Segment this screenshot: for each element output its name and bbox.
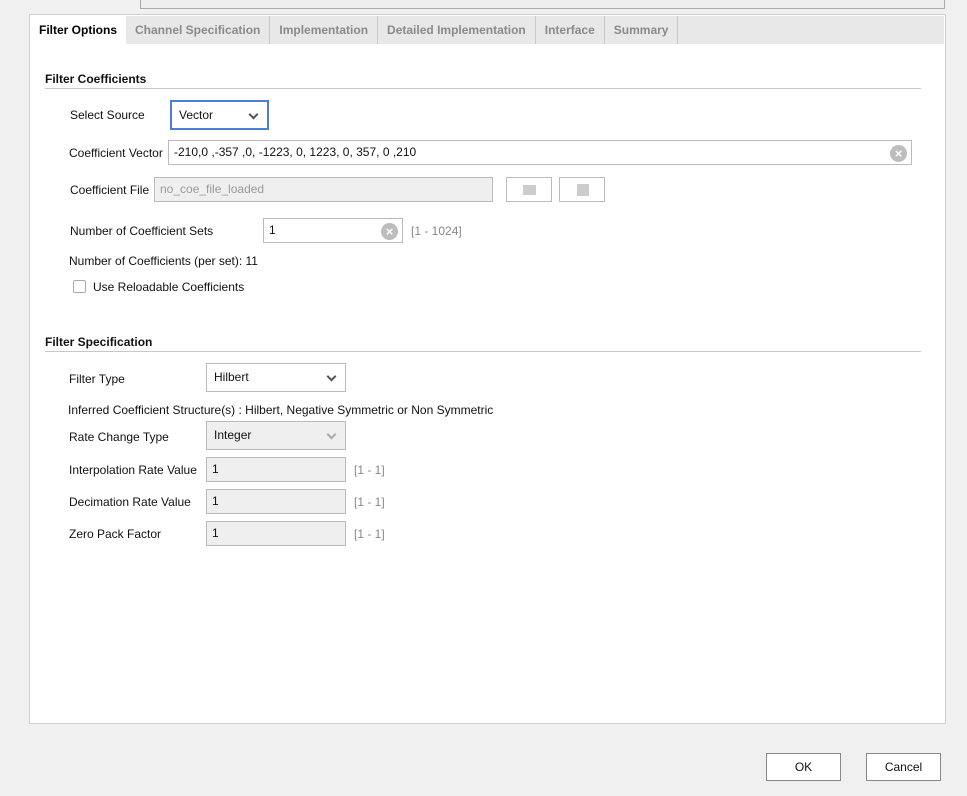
tab-detailed-implementation[interactable]: Detailed Implementation — [378, 16, 536, 44]
tab-bar: Filter Options Channel Specification Imp… — [30, 16, 944, 44]
interpolation-range: [1 - 1] — [354, 463, 385, 477]
inferred-structure-text: Inferred Coefficient Structure(s) : Hilb… — [68, 403, 494, 417]
reloadable-label: Use Reloadable Coefficients — [93, 280, 245, 294]
clear-icon[interactable]: × — [890, 145, 907, 162]
edit-file-button[interactable] — [559, 177, 605, 202]
top-field — [140, 0, 945, 9]
section-title-coefficients: Filter Coefficients — [45, 72, 147, 86]
select-source-label: Select Source — [70, 108, 145, 122]
tab-implementation[interactable]: Implementation — [270, 16, 379, 44]
interpolation-label: Interpolation Rate Value — [69, 463, 197, 477]
zero-pack-input[interactable]: 1 — [206, 521, 346, 546]
reloadable-checkbox[interactable] — [73, 280, 86, 293]
clear-icon[interactable]: × — [381, 223, 398, 240]
coefficient-count: Number of Coefficients (per set): 11 — [69, 254, 258, 268]
coefficient-vector-label: Coefficient Vector — [69, 146, 163, 160]
rate-change-value: Integer — [214, 428, 252, 442]
filter-type-label: Filter Type — [69, 372, 125, 386]
coefficient-file-input[interactable]: no_coe_file_loaded — [154, 177, 493, 202]
decimation-input[interactable]: 1 — [206, 489, 346, 514]
rate-change-label: Rate Change Type — [69, 430, 169, 444]
coefficient-sets-label: Number of Coefficient Sets — [70, 224, 214, 238]
folder-open-icon — [523, 185, 536, 195]
filter-type-value: Hilbert — [214, 370, 249, 384]
select-source-dropdown[interactable]: Vector — [170, 100, 269, 130]
coefficient-vector-value: -210,0 ,-357 ,0, -1223, 0, 1223, 0, 357,… — [174, 145, 417, 159]
decimation-label: Decimation Rate Value — [69, 495, 191, 509]
tab-interface[interactable]: Interface — [536, 16, 605, 44]
tab-filter-options[interactable]: Filter Options — [30, 16, 126, 44]
tab-channel-specification[interactable]: Channel Specification — [126, 16, 271, 44]
filter-type-dropdown[interactable]: Hilbert — [206, 363, 346, 392]
chevron-down-icon — [326, 429, 337, 440]
divider — [45, 88, 921, 89]
chevron-down-icon — [248, 109, 259, 120]
zero-pack-range: [1 - 1] — [354, 527, 385, 541]
select-source-value: Vector — [179, 108, 214, 122]
decimation-range: [1 - 1] — [354, 495, 385, 509]
coefficient-sets-input[interactable]: 1 × — [263, 218, 403, 243]
coefficient-file-label: Coefficient File — [70, 183, 150, 197]
section-title-specification: Filter Specification — [45, 335, 153, 349]
open-file-button[interactable] — [506, 177, 552, 202]
coefficient-sets-range: [1 - 1024] — [411, 224, 462, 238]
coefficient-vector-input[interactable]: -210,0 ,-357 ,0, -1223, 0, 1223, 0, 357,… — [168, 140, 912, 165]
file-edit-icon — [577, 184, 589, 196]
zero-pack-label: Zero Pack Factor — [69, 527, 162, 541]
ok-button[interactable]: OK — [766, 753, 841, 781]
tab-summary[interactable]: Summary — [605, 16, 679, 44]
rate-change-dropdown[interactable]: Integer — [206, 421, 346, 450]
divider — [45, 351, 921, 352]
chevron-down-icon — [326, 371, 337, 382]
cancel-button[interactable]: Cancel — [866, 753, 941, 781]
interpolation-input[interactable]: 1 — [206, 457, 346, 482]
coefficient-sets-value: 1 — [269, 223, 276, 237]
